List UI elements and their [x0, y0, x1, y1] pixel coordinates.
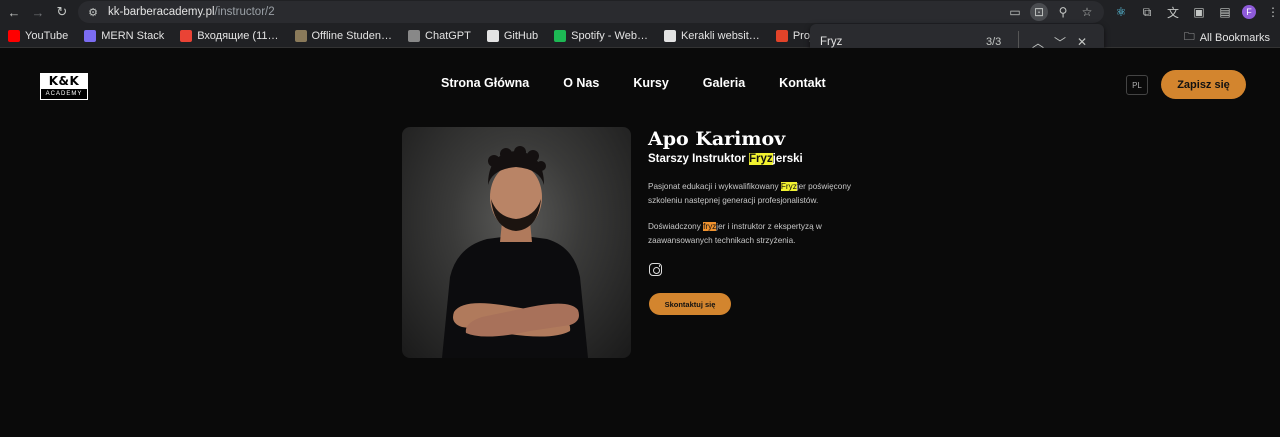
bookmark-favicon-icon — [180, 29, 193, 42]
site-info-icon[interactable]: ⚙ — [82, 6, 104, 19]
forward-icon[interactable]: → — [28, 2, 48, 22]
bookmark-favicon-icon — [84, 29, 97, 42]
find-count: 3/3 — [986, 36, 1002, 48]
main-nav: Strona Główna O Nas Kursy Galeria Kontak… — [441, 76, 860, 90]
zoom-icon[interactable]: ⚲ — [1054, 3, 1072, 21]
bio-paragraph-2: Doświadczony fryzjer i instruktor z eksp… — [648, 222, 822, 245]
bookmark-favicon-icon — [554, 29, 567, 42]
bookmark-item[interactable]: Kerakli websit… — [656, 29, 768, 42]
contact-button[interactable]: Skontaktuj się — [649, 293, 731, 315]
bookmark-item[interactable]: Offline Studen… — [287, 29, 401, 42]
folder-icon: 🗀 — [1183, 31, 1195, 43]
nav-gallery[interactable]: Galeria — [703, 76, 745, 90]
install-app-icon[interactable]: ▭ — [1006, 3, 1024, 21]
bookmark-item[interactable]: ChatGPT — [400, 29, 479, 42]
instructor-name: Apo Karimov — [648, 128, 786, 150]
find-highlight-current: fryz — [703, 222, 717, 231]
menu-icon[interactable]: ⋮ — [1264, 3, 1280, 21]
instructor-role: Starszy Instruktor Fryzjerski — [648, 153, 803, 165]
site-logo[interactable]: K&K ACADEMY — [40, 73, 88, 100]
instructor-photo — [402, 127, 631, 358]
nav-contact[interactable]: Kontakt — [779, 76, 826, 90]
bookmark-item[interactable]: MERN Stack — [76, 29, 172, 42]
language-switcher[interactable]: PL — [1126, 75, 1148, 95]
bookmark-item[interactable]: Входящие (11… — [172, 29, 286, 42]
instructor-figure — [442, 146, 588, 358]
lens-icon[interactable]: ⊡ — [1030, 3, 1048, 21]
address-bar[interactable]: ⚙ kk-barberacademy.pl/instructor/2 ▭ ⊡ ⚲… — [78, 1, 1104, 23]
bookmark-favicon-icon — [8, 29, 20, 42]
all-bookmarks-button[interactable]: 🗀 All Bookmarks — [1184, 28, 1270, 47]
profile-avatar[interactable]: F — [1242, 5, 1256, 19]
bookmark-favicon-icon — [408, 29, 421, 42]
bookmark-favicon-icon — [486, 29, 499, 42]
browser-toolbar: ← → ↻ ⚙ kk-barberacademy.pl/instructor/2… — [0, 0, 1280, 24]
signup-button[interactable]: Zapisz się — [1161, 70, 1246, 99]
bookmark-item[interactable]: GitHub — [479, 29, 546, 42]
nav-courses[interactable]: Kursy — [633, 76, 668, 90]
cast-icon[interactable]: ▣ — [1190, 3, 1208, 21]
bookmark-favicon-icon — [775, 29, 788, 42]
find-highlight: Fryz — [748, 153, 773, 165]
page-content: K&K ACADEMY Strona Główna O Nas Kursy Ga… — [0, 48, 1280, 437]
nav-home[interactable]: Strona Główna — [441, 76, 529, 90]
reload-icon[interactable]: ↻ — [52, 2, 72, 22]
nav-about[interactable]: O Nas — [563, 76, 599, 90]
instagram-icon[interactable] — [649, 263, 662, 276]
bookmark-favicon-icon — [663, 29, 676, 42]
url-text[interactable]: kk-barberacademy.pl/instructor/2 — [108, 6, 275, 18]
react-devtools-icon[interactable]: ⚛ — [1112, 3, 1130, 21]
bookmark-item[interactable]: YouTube — [0, 29, 76, 42]
translate-icon[interactable]: 文 — [1164, 3, 1182, 21]
extensions-icon[interactable]: ⧉ — [1138, 3, 1156, 21]
bookmark-item[interactable]: Spotify - Web… — [546, 29, 656, 42]
bookmark-star-icon[interactable]: ☆ — [1078, 3, 1096, 21]
find-highlight: Fryz — [780, 182, 797, 191]
bio-paragraph-1: Pasjonat edukacji i wykwalifikowany Fryz… — [648, 182, 851, 205]
back-icon[interactable]: ← — [4, 2, 24, 22]
tab-search-icon[interactable]: ▤ — [1216, 3, 1234, 21]
bookmark-favicon-icon — [294, 29, 307, 42]
find-input[interactable] — [820, 36, 980, 48]
